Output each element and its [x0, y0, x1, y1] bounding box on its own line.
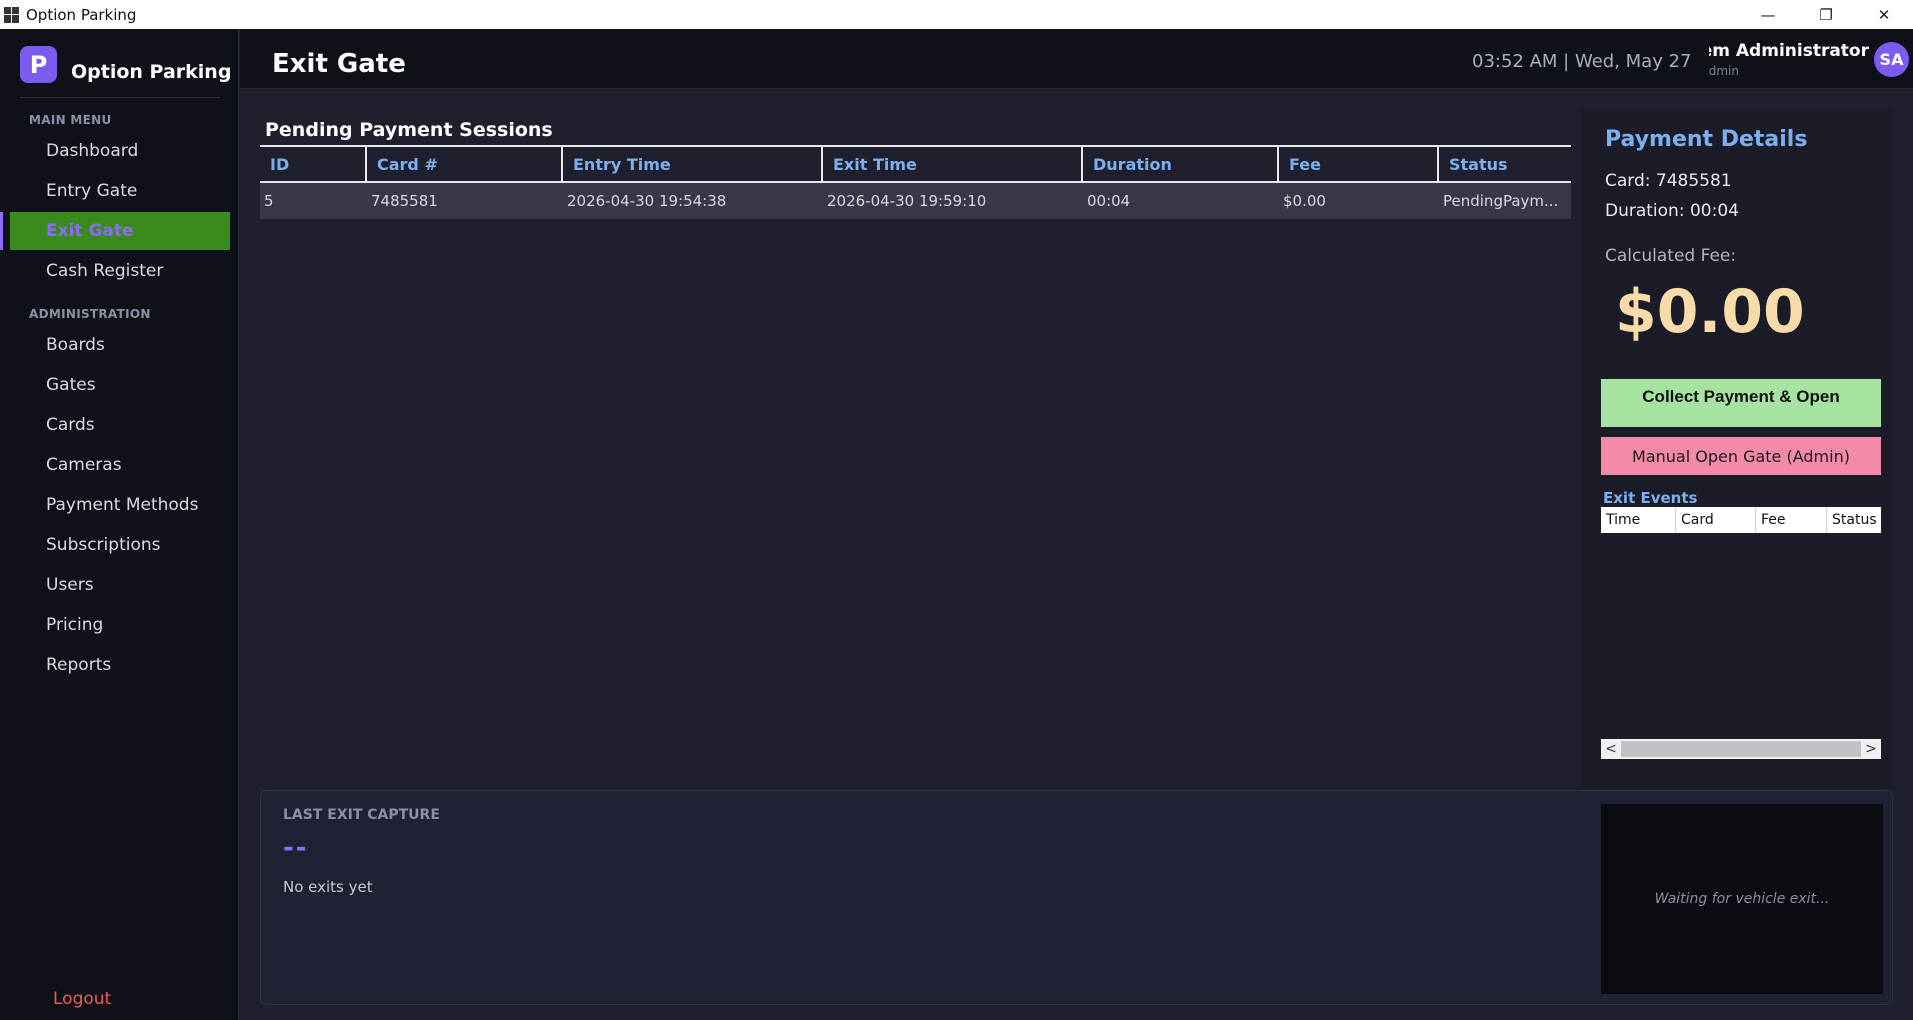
column-header-card[interactable]: Card #	[367, 147, 563, 181]
capture-plate: --	[283, 833, 309, 863]
sidebar-item-subscriptions[interactable]: Subscriptions	[10, 526, 230, 564]
column-header-fee[interactable]: Fee	[1756, 507, 1827, 533]
sidebar-item-exit-gate[interactable]: Exit Gate	[0, 212, 230, 250]
cell-id: 5	[264, 192, 274, 210]
brand-divider	[20, 97, 220, 98]
cell-fee: $0.00	[1283, 192, 1326, 210]
column-header-fee[interactable]: Fee	[1279, 147, 1439, 181]
payment-duration: Duration: 00:04	[1605, 201, 1739, 221]
sidebar-item-label: Exit Gate	[46, 221, 134, 241]
sidebar-item-reports[interactable]: Reports	[10, 646, 230, 684]
manual-open-gate-button[interactable]: Manual Open Gate (Admin)	[1601, 437, 1881, 475]
column-header-entry-time[interactable]: Entry Time	[563, 147, 823, 181]
sidebar-item-dashboard[interactable]: Dashboard	[10, 132, 230, 170]
payment-details-panel: Payment Details Card: 7485581 Duration: …	[1581, 109, 1893, 789]
column-header-status[interactable]: Status	[1439, 147, 1571, 181]
active-indicator	[0, 212, 3, 250]
exit-events-title: Exit Events	[1603, 489, 1698, 507]
main-menu-label: MAIN MENU	[29, 113, 112, 127]
scroll-right-icon[interactable]: >	[1861, 739, 1881, 759]
capture-placeholder-text: Waiting for vehicle exit...	[1654, 891, 1830, 907]
table-row[interactable]: 5 7485581 2026-04-30 19:54:38 2026-04-30…	[260, 183, 1571, 219]
column-header-duration[interactable]: Duration	[1083, 147, 1279, 181]
sidebar: P Option Parking MAIN MENU Dashboard Ent…	[0, 29, 239, 1020]
payment-card: Card: 7485581	[1605, 171, 1732, 191]
capture-status-text: No exits yet	[283, 878, 373, 896]
calculated-fee-value: $0.00	[1615, 277, 1805, 347]
capture-image: Waiting for vehicle exit...	[1601, 804, 1883, 994]
pending-sessions-title: Pending Payment Sessions	[265, 119, 553, 141]
collect-payment-button[interactable]: Collect Payment & Open	[1601, 379, 1881, 427]
column-header-exit-time[interactable]: Exit Time	[823, 147, 1083, 181]
window-titlebar: Option Parking — ❐ ✕	[0, 0, 1913, 29]
close-button[interactable]: ✕	[1855, 0, 1913, 29]
grid-header: ID Card # Entry Time Exit Time Duration …	[260, 145, 1571, 183]
sidebar-item-entry-gate[interactable]: Entry Gate	[10, 172, 230, 210]
sidebar-item-cash-register[interactable]: Cash Register	[10, 252, 230, 290]
sidebar-item-boards[interactable]: Boards	[10, 326, 230, 364]
clock-readout: 03:52 AM | Wed, May 27	[1472, 51, 1692, 72]
exit-events-header: Time Card Fee Status	[1601, 507, 1881, 533]
header: Exit Gate 03:52 AM | Wed, May 27 System …	[240, 29, 1913, 89]
sidebar-item-users[interactable]: Users	[10, 566, 230, 604]
column-header-time[interactable]: Time	[1601, 507, 1676, 533]
horizontal-scrollbar[interactable]: < >	[1601, 739, 1881, 759]
column-header-status[interactable]: Status	[1827, 507, 1881, 533]
exit-events-grid: Time Card Fee Status < >	[1601, 507, 1881, 773]
user-role: Admin	[1709, 64, 1739, 78]
pending-sessions-panel: Pending Payment Sessions ID Card # Entry…	[260, 109, 1571, 789]
brand-logo: P	[20, 46, 57, 83]
minimize-button[interactable]: —	[1739, 0, 1797, 29]
window-title: Option Parking	[26, 5, 137, 24]
last-exit-capture-label: LAST EXIT CAPTURE	[283, 807, 440, 823]
administration-label: ADMINISTRATION	[29, 307, 151, 321]
last-exit-capture-panel: LAST EXIT CAPTURE -- No exits yet Waitin…	[260, 790, 1893, 1005]
cell-duration: 00:04	[1087, 192, 1131, 210]
payment-details-title: Payment Details	[1605, 127, 1808, 152]
sidebar-item-gates[interactable]: Gates	[10, 366, 230, 404]
cell-card: 7485581	[371, 192, 438, 210]
brand: P Option Parking	[20, 46, 231, 83]
sidebar-item-cards[interactable]: Cards	[10, 406, 230, 444]
scroll-thumb[interactable]	[1621, 741, 1861, 757]
scroll-left-icon[interactable]: <	[1601, 739, 1621, 759]
pending-sessions-grid: ID Card # Entry Time Exit Time Duration …	[260, 145, 1571, 789]
cell-status: PendingPaym...	[1443, 192, 1559, 210]
calculated-fee-label: Calculated Fee:	[1605, 246, 1737, 266]
restore-button[interactable]: ❐	[1797, 0, 1855, 29]
column-header-card[interactable]: Card	[1676, 507, 1756, 533]
column-header-id[interactable]: ID	[260, 147, 367, 181]
user-name: System Administrator	[1709, 41, 1869, 61]
cell-exit-time: 2026-04-30 19:59:10	[827, 192, 987, 210]
cell-entry-time: 2026-04-30 19:54:38	[567, 192, 727, 210]
avatar[interactable]: SA	[1874, 42, 1909, 77]
brand-name: Option Parking	[71, 60, 232, 83]
page-title: Exit Gate	[272, 49, 406, 79]
sidebar-item-pricing[interactable]: Pricing	[10, 606, 230, 644]
logout-link[interactable]: Logout	[53, 989, 111, 1009]
sidebar-item-cameras[interactable]: Cameras	[10, 446, 230, 484]
app-icon	[4, 6, 20, 23]
sidebar-item-payment-methods[interactable]: Payment Methods	[10, 486, 230, 524]
